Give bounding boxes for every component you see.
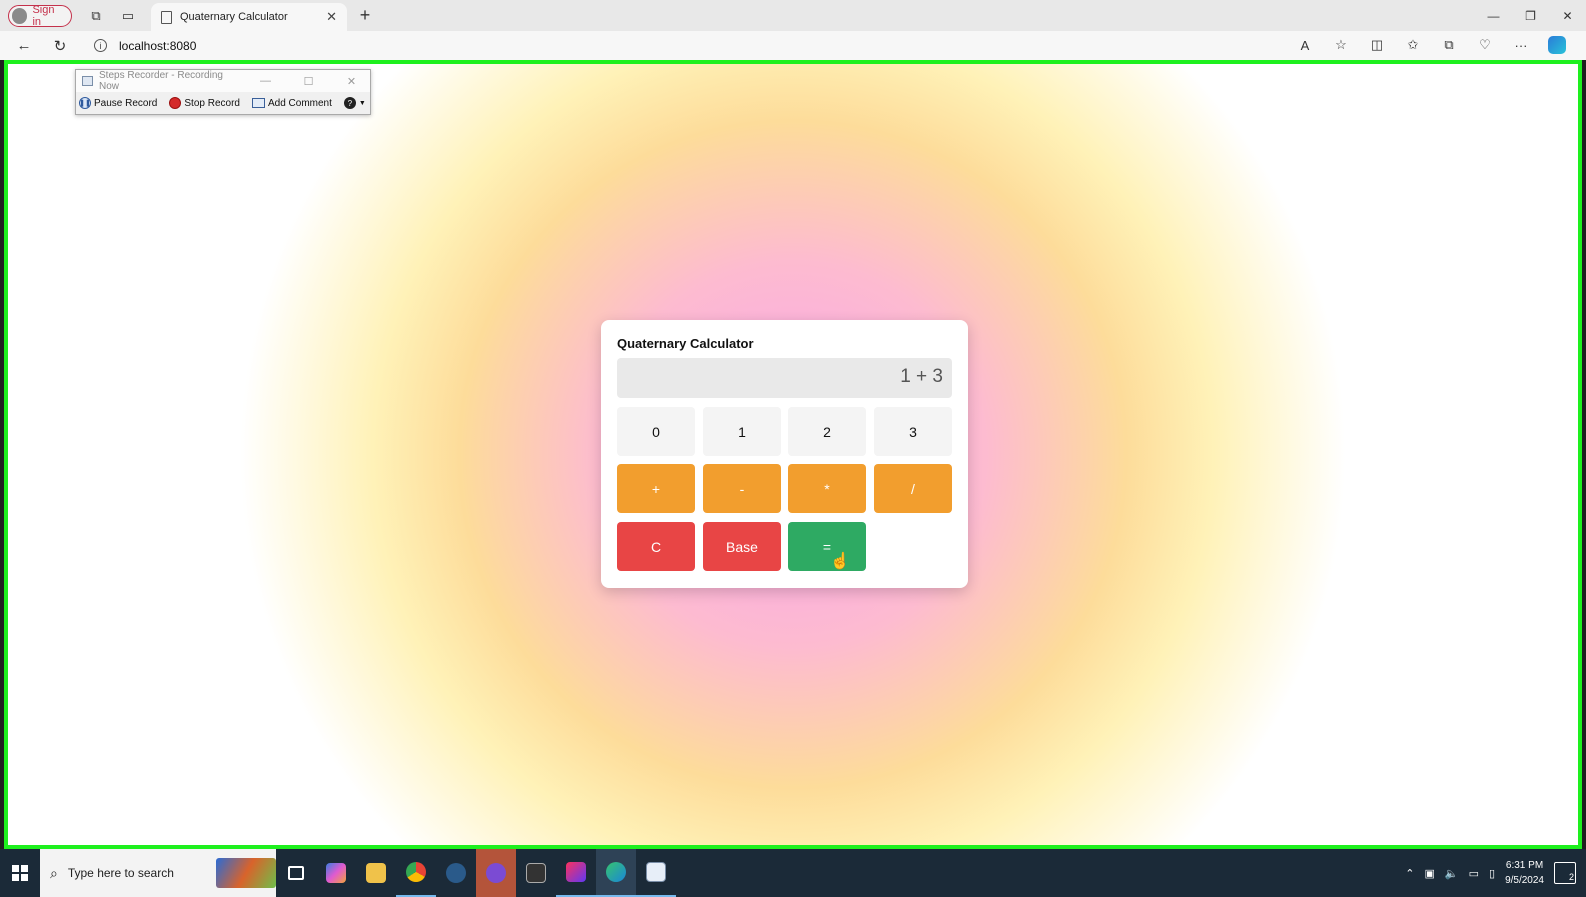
pause-record-label: Pause Record: [94, 97, 158, 109]
intellij-icon[interactable]: [556, 849, 596, 897]
steps-recorder-window: Steps Recorder - Recording Now — ☐ ✕ ❚❚ …: [75, 69, 371, 115]
chevron-down-icon: ▼: [358, 99, 366, 107]
add-button[interactable]: +: [617, 464, 695, 513]
windows-taskbar: ⌕ Type here to search ⌃ ▣ 🔈 ▭ ▯ 6:31 PM …: [0, 849, 1586, 897]
split-screen-icon[interactable]: ◫: [1360, 33, 1394, 57]
edge-icon[interactable]: [596, 849, 636, 897]
restore-button[interactable]: ❐: [1512, 0, 1549, 31]
calculator-display: 1 + 3: [617, 358, 952, 398]
steps-recorder-toolbar: ❚❚ Pause Record Stop Record Add Comment …: [76, 92, 370, 114]
page-icon: [161, 10, 172, 24]
digit-1-button[interactable]: 1: [703, 407, 781, 456]
calculator-title: Quaternary Calculator: [617, 336, 754, 351]
equals-button[interactable]: =: [788, 522, 866, 571]
notification-icon[interactable]: 2: [1554, 862, 1576, 884]
favorites-icon[interactable]: ✩: [1396, 33, 1430, 57]
digit-0-button[interactable]: 0: [617, 407, 695, 456]
hand-cursor-icon: ☝: [830, 553, 850, 570]
add-comment-label: Add Comment: [267, 97, 332, 109]
url-text[interactable]: localhost:8080: [119, 39, 196, 53]
sign-in-label: Sign in: [32, 3, 55, 28]
copilot-icon[interactable]: [1540, 33, 1574, 57]
chrome-icon[interactable]: [396, 849, 436, 897]
digit-2-button[interactable]: 2: [788, 407, 866, 456]
network-icon[interactable]: ▭: [1469, 867, 1479, 880]
steam-icon[interactable]: [436, 849, 476, 897]
workspaces-icon[interactable]: ⧉: [80, 4, 112, 28]
subtract-button[interactable]: -: [703, 464, 781, 513]
site-info-icon[interactable]: i: [94, 39, 107, 52]
close-window-button[interactable]: ✕: [1549, 0, 1586, 31]
digit-3-button[interactable]: 3: [874, 407, 952, 456]
tab-quaternary-calculator[interactable]: Quaternary Calculator ✕: [151, 3, 347, 31]
system-tray: ⌃ ▣ 🔈 ▭ ▯ 6:31 PM 9/5/2024 2: [1405, 849, 1586, 897]
clear-button[interactable]: C: [617, 522, 695, 571]
help-icon: ?: [343, 97, 356, 109]
windows-logo-icon: [12, 865, 28, 881]
taskbar-search[interactable]: ⌕ Type here to search: [40, 849, 276, 897]
copilot-app-icon[interactable]: [316, 849, 356, 897]
tab-close-icon[interactable]: ✕: [326, 9, 337, 25]
refresh-icon[interactable]: ↻: [42, 32, 78, 60]
comment-icon: [251, 98, 265, 108]
task-view-icon[interactable]: [276, 849, 316, 897]
steps-maximize-icon: ☐: [303, 75, 314, 88]
base-button[interactable]: Base: [703, 522, 781, 571]
file-explorer-icon[interactable]: [356, 849, 396, 897]
add-comment-button[interactable]: Add Comment: [251, 97, 332, 109]
more-options-icon[interactable]: ···: [1504, 33, 1538, 57]
tab-title: Quaternary Calculator: [180, 11, 288, 23]
game-app-icon[interactable]: [476, 849, 516, 897]
collections-icon[interactable]: ⧉: [1432, 33, 1466, 57]
multiply-button[interactable]: *: [788, 464, 866, 513]
steps-recorder-titlebar: Steps Recorder - Recording Now — ☐ ✕: [76, 70, 370, 92]
calculator-card: Quaternary Calculator 1 + 3 0 1 2 3 + - …: [601, 320, 968, 588]
volume-icon[interactable]: 🔈: [1445, 867, 1459, 880]
clock-date: 9/5/2024: [1505, 875, 1544, 886]
window-controls: — ❐ ✕: [1475, 0, 1586, 31]
steps-recorder-app-icon: [82, 76, 93, 86]
clock-time: 6:31 PM: [1505, 860, 1544, 871]
search-icon: ⌕: [50, 864, 58, 881]
steps-close-icon[interactable]: ✕: [333, 75, 370, 88]
search-highlight-image: [216, 858, 276, 888]
steps-minimize-icon[interactable]: —: [247, 75, 284, 87]
page-viewport: Steps Recorder - Recording Now — ☐ ✕ ❚❚ …: [4, 60, 1582, 849]
stop-record-label: Stop Record: [184, 97, 240, 109]
tab-actions-icon[interactable]: ▭: [112, 4, 144, 28]
steps-recorder-taskbar-icon[interactable]: [636, 849, 676, 897]
sign-in-button[interactable]: Sign in: [8, 3, 72, 28]
divide-button[interactable]: /: [874, 464, 952, 513]
browser-tab-strip: Sign in ⧉ ▭ Quaternary Calculator ✕ + — …: [0, 0, 1586, 31]
minimize-button[interactable]: —: [1475, 0, 1512, 31]
meeting-icon[interactable]: ▣: [1424, 867, 1434, 880]
pause-icon: ❚❚: [79, 97, 91, 109]
pause-record-button[interactable]: ❚❚ Pause Record: [79, 97, 157, 109]
address-bar[interactable]: i localhost:8080: [94, 34, 196, 58]
terminal-app-icon[interactable]: [516, 849, 556, 897]
search-placeholder: Type here to search: [67, 866, 174, 880]
favorite-star-icon[interactable]: ☆: [1324, 33, 1358, 57]
navigation-bar: ← ↻ i localhost:8080 A ☆ ◫ ✩ ⧉ ♡ ···: [0, 31, 1586, 60]
new-tab-button[interactable]: +: [354, 4, 376, 26]
back-icon[interactable]: ←: [6, 32, 42, 60]
battery-icon[interactable]: ▯: [1489, 867, 1495, 880]
steps-recorder-title: Steps Recorder - Recording Now: [99, 70, 223, 92]
read-aloud-icon[interactable]: A: [1288, 33, 1322, 57]
browser-essentials-icon[interactable]: ♡: [1468, 33, 1502, 57]
profile-icon: [12, 7, 28, 24]
help-dropdown[interactable]: ? ▼: [343, 97, 366, 109]
stop-icon: [169, 97, 182, 109]
stop-record-button[interactable]: Stop Record: [169, 97, 240, 109]
start-button[interactable]: [0, 849, 40, 897]
clock[interactable]: 6:31 PM 9/5/2024: [1505, 858, 1544, 888]
show-hidden-icons-icon[interactable]: ⌃: [1405, 867, 1414, 880]
browser-toolbar: A ☆ ◫ ✩ ⧉ ♡ ···: [1288, 33, 1574, 57]
